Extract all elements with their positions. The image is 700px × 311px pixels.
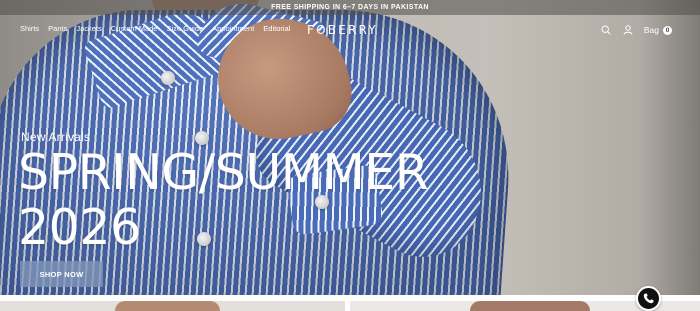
collection-thumbnail-left[interactable] [0, 301, 345, 311]
nav-link-shirts[interactable]: Shirts [20, 24, 39, 33]
nav-link-custom-made[interactable]: Custom Made [111, 24, 158, 33]
announcement-bar: FREE SHIPPING IN 6–7 DAYS IN PAKISTAN [0, 0, 700, 15]
nav-link-pants[interactable]: Pants [48, 24, 67, 33]
bag-button[interactable]: Bag 0 [644, 25, 672, 35]
nav-link-size-guide[interactable]: Size Guide [166, 24, 203, 33]
search-icon[interactable] [600, 24, 612, 36]
hero-headline-line1: SPRING/SUMMER [18, 144, 429, 201]
hero-headline: SPRING/SUMMER 2026 [18, 144, 429, 256]
brand-logo[interactable]: FOBERRY [307, 23, 378, 37]
whatsapp-icon [643, 293, 654, 304]
whatsapp-chat-button[interactable] [636, 286, 661, 311]
hero-eyebrow: New Arrivals [21, 130, 91, 144]
bag-count-badge: 0 [663, 25, 672, 35]
shirt-button [195, 131, 209, 145]
shop-now-button[interactable]: SHOP NOW [20, 261, 103, 287]
nav-link-appointment[interactable]: Appointment [212, 24, 254, 33]
hero-edge-shadow [640, 0, 700, 295]
nav-link-editorial[interactable]: Editorial [263, 24, 290, 33]
user-icon[interactable] [622, 24, 634, 36]
main-navigation: Shirts Pants Jackets Custom Made Size Gu… [0, 15, 700, 43]
bag-label: Bag [643, 25, 659, 35]
announcement-text: FREE SHIPPING IN 6–7 DAYS IN PAKISTAN [271, 4, 429, 11]
shirt-button [161, 71, 175, 85]
thumbnail-model [470, 301, 590, 311]
nav-link-jackets[interactable]: Jackets [76, 24, 101, 33]
nav-links: Shirts Pants Jackets Custom Made Size Gu… [20, 24, 290, 33]
thumbnail-model [115, 301, 220, 311]
hero-headline-line2: 2026 [18, 199, 141, 256]
nav-actions: Bag 0 [600, 24, 672, 36]
